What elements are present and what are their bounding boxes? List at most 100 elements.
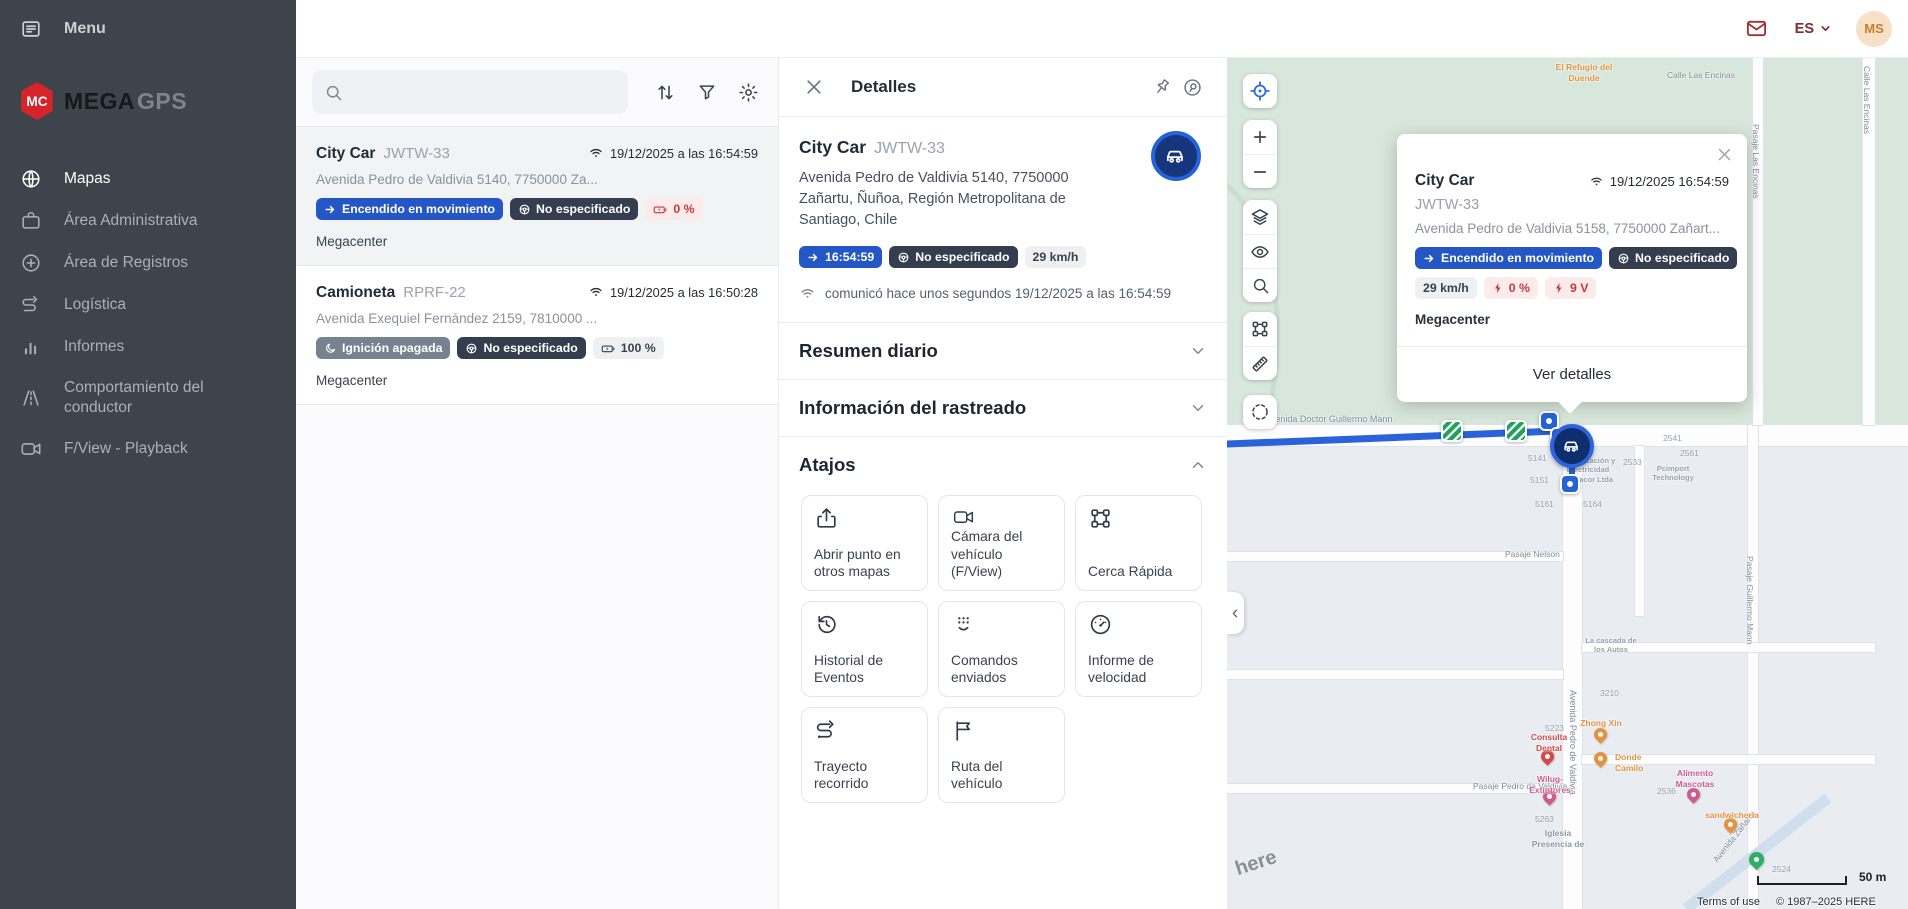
search-input[interactable] — [351, 84, 616, 100]
sidebar-item-logistica[interactable]: Logística — [0, 284, 296, 326]
details-panel: Detalles City CarJWTW-33 Avenida Pedro d… — [779, 58, 1227, 909]
pin-panel-button[interactable] — [1147, 72, 1177, 102]
follow-vehicle-button[interactable] — [1177, 72, 1207, 102]
bolt-icon — [1553, 282, 1565, 294]
locate-button[interactable] — [1243, 74, 1277, 108]
steering-wheel-icon — [518, 203, 531, 216]
geofence-icon — [1088, 506, 1113, 531]
view-details-button[interactable]: Ver detalles — [1397, 346, 1747, 402]
popup-vehicle-address: Avenida Pedro de Valdivia 5158, 7750000 … — [1415, 221, 1729, 236]
sidebar-item-label: Informes — [64, 337, 124, 357]
sidebar-item-label: Mapas — [64, 169, 111, 189]
commands-icon — [951, 612, 976, 637]
settings-button[interactable] — [735, 78, 762, 106]
sidebar-item-area-de-registros[interactable]: Área de Registros — [0, 242, 296, 284]
shortcut-sent-commands[interactable]: Comandos enviados — [938, 601, 1065, 697]
video-camera-icon — [20, 438, 42, 460]
vehicle-address: Avenida Exequiel Fernández 2159, 7810000… — [316, 311, 758, 326]
vehicle-name: City Car — [316, 145, 375, 162]
details-vehicle-address: Avenida Pedro de Valdivia 5140, 7750000 … — [799, 168, 1099, 231]
map-canvas[interactable]: Avenida Doctor Guillermo MannAvenida Ped… — [1227, 58, 1908, 909]
arrow-right-icon — [324, 203, 337, 216]
language-code: ES — [1795, 21, 1814, 37]
shortcut-label: Historial de Eventos — [814, 652, 915, 686]
sidebar-item-label: F/View - Playback — [64, 439, 188, 459]
section-resumen-diario[interactable]: Resumen diario — [779, 322, 1227, 379]
brand-name-secondary: GPS — [137, 88, 187, 115]
shortcut-vehicle-route[interactable]: Ruta del vehículo — [938, 707, 1065, 803]
sidebar-item-area-administrativa[interactable]: Área Administrativa — [0, 200, 296, 242]
route-icon — [814, 718, 839, 743]
sidebar-item-informes[interactable]: Informes — [0, 326, 296, 368]
measure-button[interactable] — [1243, 346, 1277, 380]
language-selector[interactable]: ES — [1795, 21, 1832, 37]
messages-button[interactable] — [1743, 15, 1771, 43]
map-control-view — [1243, 200, 1277, 302]
shortcut-event-history[interactable]: Historial de Eventos — [801, 601, 928, 697]
steering-wheel-icon — [1617, 252, 1630, 265]
sort-button[interactable] — [652, 78, 679, 106]
map-search-button[interactable] — [1243, 268, 1277, 302]
brand-mark-icon: MC — [16, 80, 58, 122]
battery-icon — [601, 341, 616, 356]
gear-icon — [738, 82, 759, 103]
layers-button[interactable] — [1243, 200, 1277, 234]
terms-of-use-link[interactable]: Terms of use — [1697, 896, 1760, 908]
chevron-down-icon — [1819, 22, 1832, 35]
vehicle-plate: JWTW-33 — [383, 145, 449, 162]
details-vehicle-name: City Car — [799, 137, 866, 157]
vehicle-marker-city-car[interactable] — [1550, 424, 1594, 468]
signal-icon — [799, 285, 816, 302]
sidebar-item-mapas[interactable]: Mapas — [0, 158, 296, 200]
shortcut-quick-geofence[interactable]: Cerca Rápida — [1075, 495, 1202, 591]
car-icon — [1163, 143, 1189, 169]
vehicle-row-camioneta[interactable]: CamionetaRPRF-22 19/12/2025 a las 16:50:… — [296, 266, 778, 405]
details-vehicle-summary: City CarJWTW-33 Avenida Pedro de Valdivi… — [779, 117, 1227, 322]
user-avatar[interactable]: MS — [1856, 11, 1892, 47]
geofence-marker[interactable] — [1505, 420, 1527, 442]
close-icon — [804, 77, 824, 97]
details-header: Detalles — [779, 58, 1227, 117]
polygon-icon — [1250, 319, 1270, 339]
copyright-text: © 1987–2025 HERE — [1776, 896, 1876, 908]
shortcut-vehicle-camera[interactable]: Cámara del vehículo (F/View) — [938, 495, 1065, 591]
shortcut-open-in-other-maps[interactable]: Abrir punto en otros mapas — [801, 495, 928, 591]
sort-icon — [655, 82, 676, 103]
zoom-out-button[interactable] — [1243, 154, 1277, 188]
section-atajos[interactable]: Atajos — [779, 436, 1227, 493]
arrow-right-icon — [807, 251, 820, 264]
last-report-time: 19/12/2025 a las 16:54:59 — [610, 146, 758, 161]
section-informacion-del-rastreado[interactable]: Información del rastreado — [779, 379, 1227, 436]
pin-icon — [1152, 77, 1172, 97]
battery-icon — [653, 202, 668, 217]
route-icon — [20, 294, 42, 316]
close-details-button[interactable] — [799, 72, 829, 102]
vehicle-avatar — [1151, 131, 1201, 181]
map-attribution: Terms of use © 1987–2025 HERE — [1697, 896, 1876, 908]
zoom-in-button[interactable] — [1243, 120, 1277, 154]
draw-polygon-button[interactable] — [1243, 312, 1277, 346]
shortcut-traveled-route[interactable]: Trayecto recorrido — [801, 707, 928, 803]
collapse-panel-tab[interactable] — [1227, 592, 1244, 634]
chevron-down-icon — [1189, 399, 1207, 417]
shortcut-speed-report[interactable]: Informe de velocidad — [1075, 601, 1202, 697]
vehicle-plate: RPRF-22 — [403, 284, 466, 301]
sidebar-item-comportamiento-del-conductor[interactable]: Comportamiento del conductor — [0, 368, 296, 428]
vehicle-row-city-car[interactable]: City Car JWTW-33 19/12/2025 a las 16:54:5… — [296, 127, 778, 266]
geofence-marker[interactable] — [1441, 420, 1463, 442]
visibility-button[interactable] — [1243, 234, 1277, 268]
popup-close-button[interactable] — [1716, 146, 1733, 163]
time-badge: 16:54:59 — [799, 246, 882, 268]
sidebar-item-fview-playback[interactable]: F/View - Playback — [0, 428, 296, 470]
details-title: Detalles — [851, 77, 916, 97]
layers-icon — [1250, 207, 1270, 227]
search-box[interactable] — [312, 70, 628, 114]
filter-button[interactable] — [693, 78, 720, 106]
waypoint-marker[interactable] — [1560, 474, 1580, 494]
communication-status: comunicó hace unos segundos 19/12/2025 a… — [799, 285, 1207, 302]
menu-button[interactable]: Menu — [0, 0, 296, 58]
bolt-icon — [1492, 282, 1504, 294]
avatar-initials: MS — [1864, 21, 1884, 36]
draw-circle-button[interactable] — [1243, 395, 1277, 429]
video-camera-icon — [951, 506, 976, 528]
